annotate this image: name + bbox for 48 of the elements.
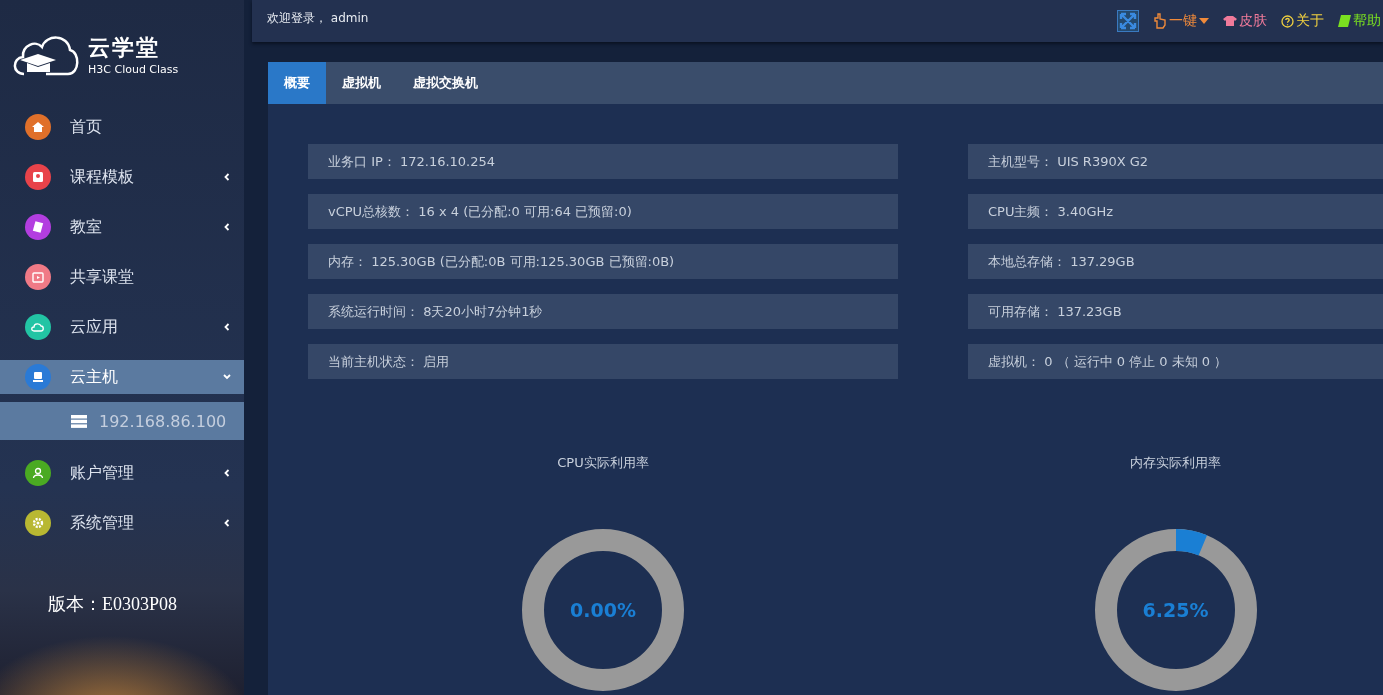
sidebar-item-label: 首页 bbox=[70, 116, 103, 138]
tab[interactable]: 虚拟交换机 bbox=[397, 62, 494, 104]
caret-icon bbox=[1199, 18, 1209, 24]
logo-subtitle: H3C Cloud Class bbox=[88, 62, 179, 76]
header-link[interactable]: 帮助 bbox=[1338, 12, 1381, 30]
version-text: 版本：E0303P08 bbox=[47, 593, 178, 616]
question-circle-icon bbox=[1281, 14, 1294, 28]
gauge-title: CPU实际利用率 bbox=[557, 454, 649, 472]
server-icon bbox=[71, 414, 87, 428]
sidebar-item-label: 云主机 bbox=[70, 366, 119, 388]
shirt-icon bbox=[1223, 15, 1237, 27]
tab[interactable]: 虚拟机 bbox=[326, 62, 397, 104]
sidebar-item[interactable]: 账户管理 bbox=[0, 448, 244, 498]
sidebar-item[interactable]: 共享课堂 bbox=[0, 252, 244, 302]
sidebar-item[interactable]: 云主机 bbox=[0, 360, 244, 394]
header-link[interactable]: 关于 bbox=[1281, 12, 1324, 30]
info-row: CPU主频： 3.40GHz bbox=[968, 194, 1383, 229]
tab[interactable]: 概要 bbox=[268, 62, 326, 104]
gauge-value: 6.25% bbox=[1142, 599, 1209, 621]
sidebar-item[interactable]: 云应用 bbox=[0, 302, 244, 352]
gauge-title: 内存实际利用率 bbox=[1130, 454, 1221, 472]
gauge-value: 0.00% bbox=[570, 599, 636, 621]
sidebar-item[interactable]: 首页 bbox=[0, 102, 244, 152]
info-row: 虚拟机： 0 （ 运行中 0 停止 0 未知 0 ） bbox=[968, 344, 1383, 379]
header-link[interactable]: 皮肤 bbox=[1223, 12, 1267, 30]
sidebar-item-label: 课程模板 bbox=[70, 166, 135, 188]
sidebar-item[interactable]: 系统管理 bbox=[0, 498, 244, 548]
sidebar-item[interactable]: 教室 bbox=[0, 202, 244, 252]
sidebar-item-label: 教室 bbox=[70, 216, 103, 238]
sidebar-item-label: 云应用 bbox=[70, 316, 119, 338]
info-row: 系统运行时间： 8天20小时7分钟1秒 bbox=[308, 294, 898, 329]
pointing-hand-icon bbox=[1153, 13, 1167, 29]
welcome-text: 欢迎登录， admin bbox=[267, 9, 369, 27]
info-row: vCPU总核数： 16 x 4 (已分配:0 可用:64 已预留:0) bbox=[308, 194, 898, 229]
info-row: 主机型号： UIS R390X G2 bbox=[968, 144, 1383, 179]
sidebar-item[interactable]: 课程模板 bbox=[0, 152, 244, 202]
info-row: 可用存储： 137.23GB bbox=[968, 294, 1383, 329]
header-link[interactable]: 一键 bbox=[1153, 12, 1209, 30]
logo-title: 云学堂 bbox=[88, 33, 161, 62]
sidebar-item-label: 系统管理 bbox=[70, 512, 135, 534]
sidebar-item-label: 共享课堂 bbox=[70, 266, 135, 288]
book-icon bbox=[1338, 15, 1351, 27]
sidebar-item-label: 账户管理 bbox=[70, 462, 135, 484]
fullscreen-icon[interactable] bbox=[1117, 10, 1139, 32]
info-row: 当前主机状态： 启用 bbox=[308, 344, 898, 379]
info-row: 业务口 IP： 172.16.10.254 bbox=[308, 144, 898, 179]
info-row: 本地总存储： 137.29GB bbox=[968, 244, 1383, 279]
info-row: 内存： 125.30GB (已分配:0B 可用:125.30GB 已预留:0B) bbox=[308, 244, 898, 279]
